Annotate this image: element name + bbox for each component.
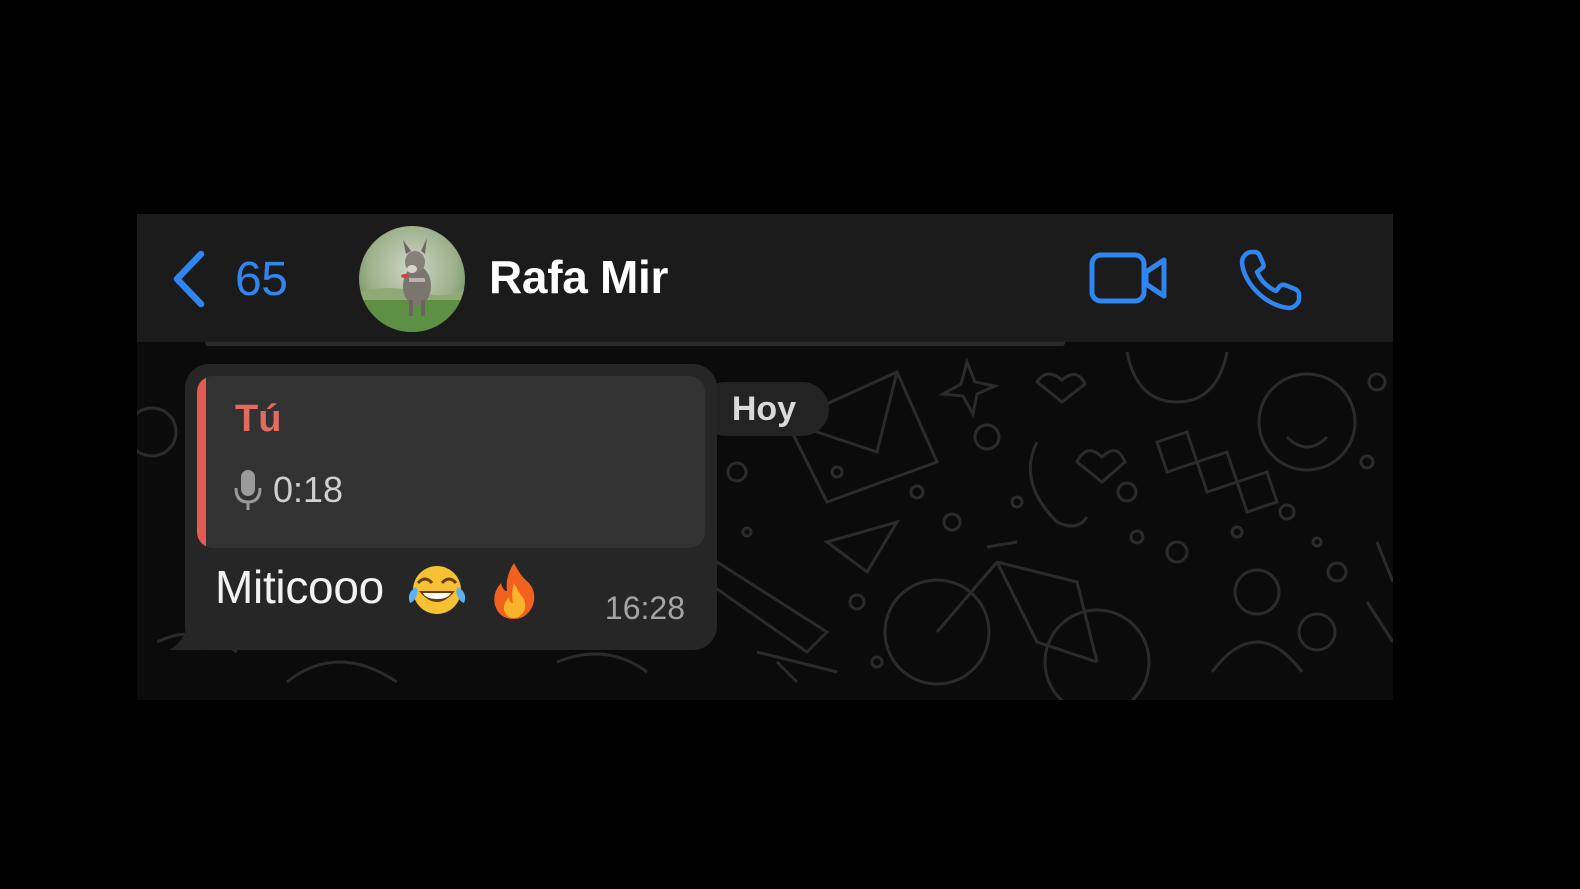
- date-separator: Hoy: [699, 382, 829, 436]
- video-camera-icon[interactable]: [1089, 250, 1169, 306]
- quote-accent-bar: [197, 376, 206, 548]
- quoted-author: Tú: [235, 398, 282, 440]
- unread-count: 65: [235, 252, 288, 306]
- quoted-reply[interactable]: Tú 0:18: [197, 376, 705, 548]
- message-time: 16:28: [604, 590, 685, 626]
- chat-area[interactable]: Hoy Tú 0:18 Miticooo 16:28: [137, 342, 1393, 700]
- screen: 65 Rafa Mir Hoy Tú 0:18 Miticooo 16:28: [0, 0, 1580, 889]
- chat-window: 65 Rafa Mir Hoy Tú 0:18 Miticooo 16:28: [137, 214, 1393, 700]
- avatar[interactable]: [359, 226, 465, 332]
- fire-icon: [494, 562, 535, 619]
- quoted-voice-note: 0:18: [233, 468, 343, 512]
- phone-icon[interactable]: [1237, 248, 1303, 312]
- message-bubble[interactable]: Tú 0:18 Miticooo 16:28: [185, 364, 717, 650]
- back-button[interactable]: 65: [169, 244, 288, 314]
- message-text: Miticooo: [215, 560, 537, 621]
- microphone-icon: [234, 470, 262, 510]
- previous-message-edge: [205, 342, 1065, 346]
- contact-name[interactable]: Rafa Mir: [489, 250, 668, 304]
- chevron-left-icon: [173, 250, 205, 308]
- voice-duration: 0:18: [273, 469, 344, 510]
- chat-header: 65 Rafa Mir: [137, 214, 1393, 342]
- face-with-tears-of-joy-icon: [409, 565, 466, 614]
- avatar-dog-photo: [359, 226, 465, 332]
- message-body: Miticooo: [215, 561, 384, 613]
